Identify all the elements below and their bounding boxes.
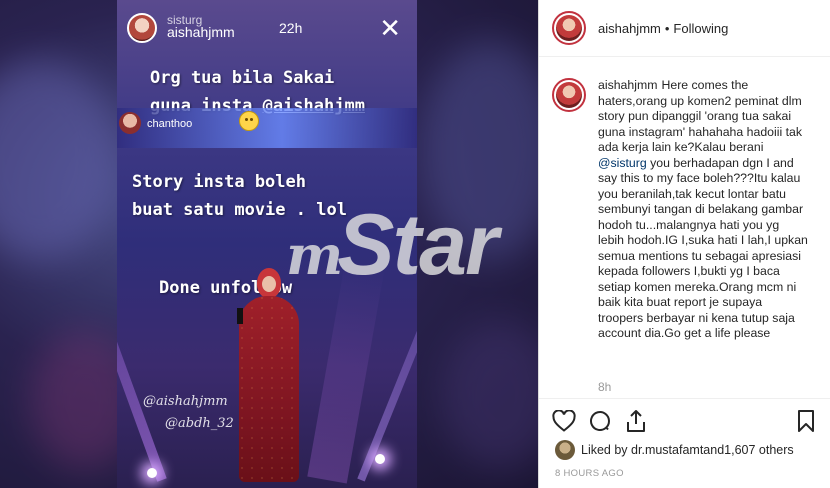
close-icon[interactable]: ✕	[379, 15, 401, 41]
comment-time: 8h	[598, 380, 612, 394]
watermark-m: m	[286, 223, 343, 287]
likes-middle: and	[703, 443, 725, 457]
watermark-star: Star	[337, 197, 498, 293]
story-line-3: Story insta boleh	[132, 172, 306, 192]
comment-avatar[interactable]	[552, 78, 586, 112]
story-sticker-2: @abdh_32	[165, 416, 234, 431]
stage-light	[375, 454, 385, 464]
header-dot: •	[664, 20, 670, 36]
heart-icon[interactable]	[551, 408, 577, 434]
following-button[interactable]: Following	[673, 21, 728, 36]
story-line-1: Org tua bila Sakai	[150, 68, 335, 88]
mstar-watermark: m Star	[286, 196, 498, 295]
comment-body: aishahjmm Here comes the haters,orang up …	[598, 78, 808, 342]
story-avatar[interactable]	[127, 12, 157, 43]
stage-light	[147, 468, 157, 478]
header-avatar[interactable]	[552, 11, 586, 45]
header-username[interactable]: aishahjmm	[598, 21, 661, 36]
comment-mention-link[interactable]: @sisturg	[598, 156, 647, 170]
likes-summary: Liked by dr.mustafamt and 1,607 others	[555, 440, 794, 460]
post-header: aishahjmm • Following	[539, 0, 830, 57]
story-time: 22h	[279, 19, 303, 36]
comment-username[interactable]: aishahjmm	[598, 78, 657, 92]
liker-username[interactable]: dr.mustafamt	[631, 443, 703, 457]
comment-text-2: you berhadapan dgn I and say this to my …	[598, 155, 808, 341]
action-bar	[539, 398, 830, 442]
likes-prefix: Liked by	[581, 443, 628, 457]
caption-comment: aishahjmm Here comes the haters,orang up …	[552, 78, 822, 342]
story-user: sisturg aishahjmm	[167, 13, 277, 43]
smile-emoji-icon	[239, 111, 259, 131]
band-avatar	[119, 112, 141, 134]
share-icon[interactable]	[623, 408, 649, 434]
story-username[interactable]: aishahjmm	[167, 24, 235, 40]
liker-avatar[interactable]	[555, 440, 575, 460]
post-timestamp: 8 HOURS AGO	[555, 468, 624, 479]
band-username: chanthoo	[147, 118, 193, 130]
comment-icon[interactable]	[587, 408, 613, 434]
likes-count[interactable]: 1,607 others	[724, 443, 794, 457]
bookmark-icon[interactable]	[793, 408, 819, 434]
post-panel: aishahjmm • Following aishahjmm Here come…	[538, 0, 830, 488]
story-sticker-1: @aishahjmm	[143, 394, 228, 409]
singer-figure	[229, 262, 309, 488]
story-header: sisturg aishahjmm 22h ✕	[117, 0, 417, 55]
